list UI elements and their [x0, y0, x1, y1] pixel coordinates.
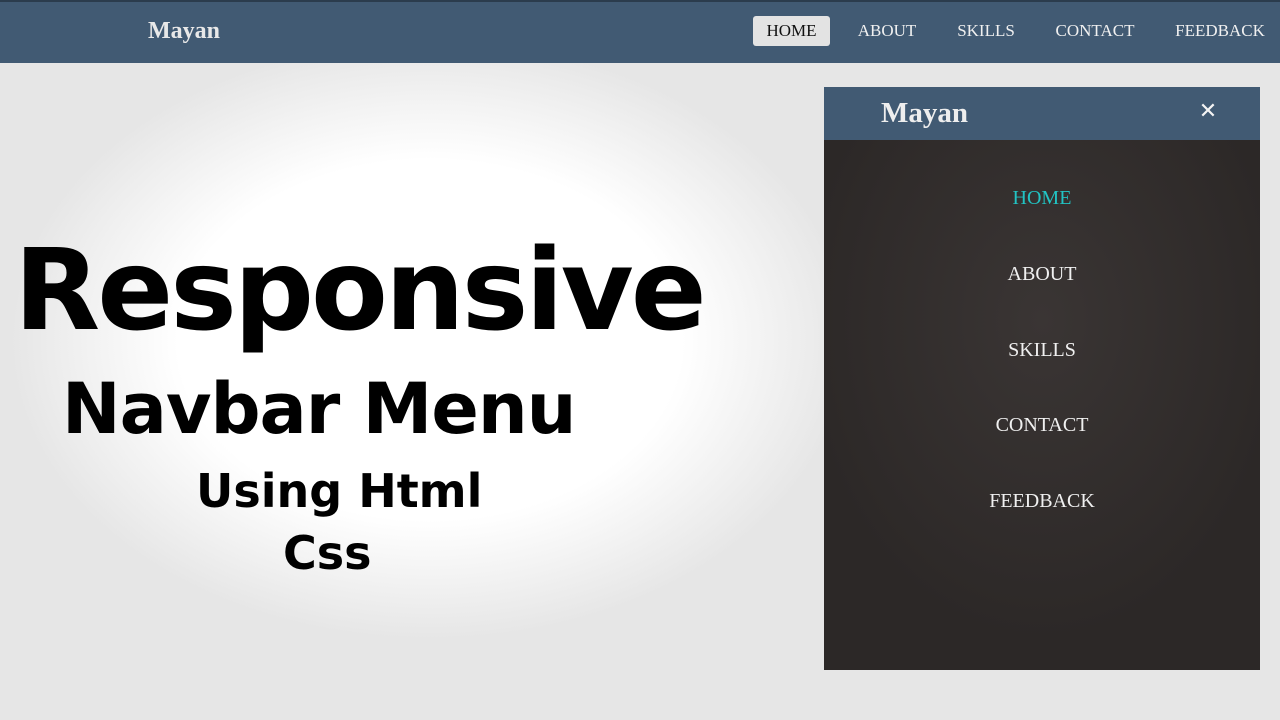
headline-line-1: Responsive — [14, 226, 707, 356]
mobile-link-skills[interactable]: SKILLS — [824, 339, 1260, 362]
headline-line-2: Navbar Menu — [62, 368, 576, 450]
nav-link-about[interactable]: ABOUT — [852, 16, 922, 46]
top-navbar: Mayan HOME ABOUT SKILLS CONTACT FEEDBACK — [0, 0, 1280, 63]
nav-link-skills[interactable]: SKILLS — [952, 16, 1020, 46]
mobile-menu-header: Mayan ✕ — [824, 87, 1260, 140]
mobile-menu-panel: Mayan ✕ HOME ABOUT SKILLS CONTACT FEEDBA… — [824, 87, 1260, 670]
mobile-link-contact[interactable]: CONTACT — [824, 414, 1260, 437]
brand-logo[interactable]: Mayan — [148, 18, 220, 45]
nav-link-home[interactable]: HOME — [753, 16, 830, 46]
mobile-link-feedback[interactable]: FEEDBACK — [824, 490, 1260, 513]
mobile-brand-logo[interactable]: Mayan — [881, 97, 968, 130]
close-icon[interactable]: ✕ — [1196, 99, 1220, 125]
nav-link-feedback[interactable]: FEEDBACK — [1168, 16, 1272, 46]
mobile-link-home[interactable]: HOME — [824, 187, 1260, 210]
mobile-link-about[interactable]: ABOUT — [824, 263, 1260, 286]
headline-line-4: Css — [283, 526, 372, 580]
nav-link-contact[interactable]: CONTACT — [1050, 16, 1140, 46]
headline-line-3: Using Html — [196, 464, 483, 518]
